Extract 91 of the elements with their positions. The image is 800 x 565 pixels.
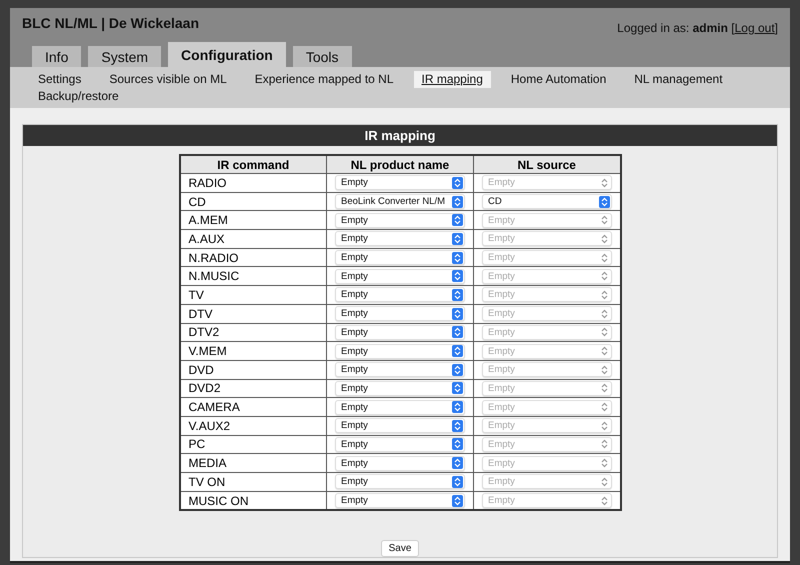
stepper-icon (452, 308, 463, 320)
stepper-icon (598, 288, 610, 301)
select-field[interactable]: Empty (335, 212, 465, 228)
column-header: NL product name (326, 155, 474, 174)
stepper-icon (598, 214, 610, 226)
stepper-icon (598, 326, 610, 338)
panel-title: IR mapping (23, 125, 777, 146)
nav-tab[interactable]: Tools (292, 46, 352, 67)
login-status: Logged in as: admin [Log out] (617, 21, 778, 35)
table-cell: TV (180, 286, 326, 304)
stepper-icon (452, 401, 463, 414)
subnav-link[interactable]: NL management (626, 71, 731, 88)
select-field[interactable]: Empty (335, 268, 465, 284)
stepper-icon (598, 457, 610, 470)
table-cell: DTV (180, 304, 326, 323)
stepper-icon (452, 457, 463, 470)
stepper-icon (598, 232, 610, 245)
select-field[interactable]: Empty (335, 362, 465, 378)
column-header: NL source (474, 155, 620, 174)
stepper-icon (452, 176, 463, 189)
subnav-link[interactable]: Backup/restore (30, 88, 127, 105)
stepper-icon (452, 382, 463, 394)
stepper-icon (452, 196, 463, 208)
stepper-icon (598, 364, 610, 376)
table-cell: MEDIA (180, 454, 326, 472)
stepper-icon (452, 476, 463, 488)
stepper-icon (452, 326, 463, 338)
table-cell: TV ON (180, 472, 326, 492)
subnav-link[interactable]: Sources visible on ML (101, 71, 235, 88)
stepper-icon (598, 420, 610, 432)
select-field[interactable]: Empty (335, 456, 465, 471)
stepper-icon (598, 196, 610, 208)
stepper-icon (452, 364, 463, 376)
table-cell: V.AUX2 (180, 416, 326, 436)
table-cell: N.MUSIC (180, 266, 326, 286)
stepper-icon (452, 252, 463, 264)
stepper-icon (598, 176, 610, 189)
table-cell: CD (180, 192, 326, 211)
table-cell: DVD (180, 360, 326, 380)
select-field[interactable]: Empty (335, 287, 465, 302)
subnav-link[interactable]: Experience mapped to NL (246, 71, 402, 88)
stepper-icon (598, 308, 610, 320)
stepper-icon (598, 252, 610, 264)
table-cell: CAMERA (180, 398, 326, 416)
table-cell: PC (180, 435, 326, 454)
stepper-icon (598, 494, 610, 507)
stepper-icon (452, 420, 463, 432)
select-field[interactable]: Empty (335, 380, 465, 396)
select-field[interactable]: Empty (335, 250, 465, 266)
site-title: BLC NL/ML | De Wickelaan (22, 15, 200, 31)
save-button[interactable]: Save (380, 540, 420, 558)
stepper-icon (452, 288, 463, 301)
subnav-link[interactable]: Settings (30, 71, 90, 88)
stepper-icon (598, 382, 610, 394)
nav-tab[interactable]: Configuration (168, 42, 286, 67)
select-field[interactable]: Empty (335, 493, 465, 508)
select-field[interactable]: Empty (335, 306, 465, 322)
select-field[interactable]: Empty (335, 418, 465, 434)
stepper-icon (598, 401, 610, 414)
nav-tab[interactable]: Info (32, 46, 82, 67)
table-cell: DVD2 (180, 379, 326, 398)
column-header: IR command (180, 155, 326, 174)
table-cell: A.MEM (180, 210, 326, 230)
stepper-icon (452, 270, 463, 282)
select-field[interactable]: Empty (335, 474, 465, 490)
stepper-icon (452, 214, 463, 226)
subnav-link[interactable]: IR mapping (414, 71, 491, 88)
table-cell: V.MEM (180, 342, 326, 360)
select-field[interactable]: Empty (335, 175, 465, 190)
stepper-icon (452, 345, 463, 358)
stepper-icon (598, 270, 610, 282)
stepper-icon (598, 438, 610, 450)
nav-tab[interactable]: System (88, 46, 162, 67)
table-cell: N.RADIO (180, 248, 326, 267)
select-field[interactable]: CD (482, 194, 612, 210)
select-field[interactable]: Empty (335, 344, 465, 359)
select-field[interactable]: Empty (335, 324, 465, 340)
select-field[interactable]: Empty (335, 400, 465, 415)
select-field[interactable]: BeoLink Converter NL/M (335, 194, 465, 210)
stepper-icon (452, 438, 463, 450)
table-cell: RADIO (180, 174, 326, 192)
select-field[interactable]: Empty (335, 436, 465, 452)
stepper-icon (598, 345, 610, 358)
logout-link[interactable]: Log out (734, 21, 775, 35)
stepper-icon (452, 494, 463, 507)
stepper-icon (452, 232, 463, 245)
stepper-icon (598, 476, 610, 488)
select-field[interactable]: Empty (335, 231, 465, 246)
subnav-link[interactable]: Home Automation (502, 71, 614, 88)
table-cell: A.AUX (180, 230, 326, 248)
table-cell: DTV2 (180, 323, 326, 342)
